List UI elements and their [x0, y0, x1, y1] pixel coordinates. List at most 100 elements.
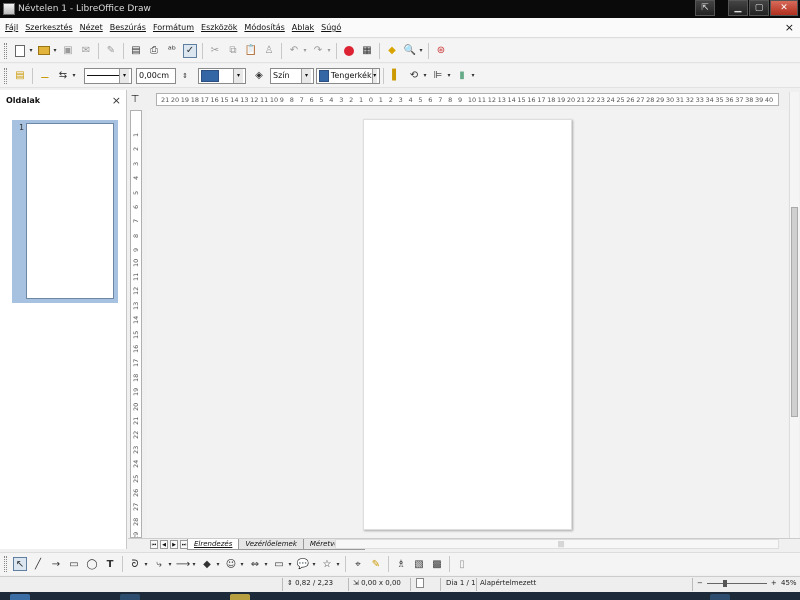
clone-format-icon[interactable]: ♙: [262, 44, 276, 58]
open-dropdown-icon[interactable]: ▾: [52, 44, 58, 58]
start-button-icon[interactable]: [10, 594, 30, 600]
lines-arrows-dropdown-icon[interactable]: ▾: [191, 557, 197, 571]
glue-points-icon[interactable]: ✎: [369, 557, 383, 571]
menu-file[interactable]: Fájl: [5, 23, 18, 32]
rotate-dropdown-icon[interactable]: ▾: [422, 69, 428, 83]
menu-view[interactable]: Nézet: [80, 23, 103, 32]
rectangle-icon[interactable]: ▭: [67, 557, 81, 571]
zoom-in-icon[interactable]: +: [771, 579, 777, 587]
redo-icon[interactable]: ↷: [311, 44, 325, 58]
text-icon[interactable]: T: [103, 557, 117, 571]
menu-help[interactable]: Súgó: [321, 23, 341, 32]
close-document-icon[interactable]: ×: [785, 21, 794, 34]
tab-controls[interactable]: Vezérlőelemek: [238, 539, 304, 550]
autospell-icon[interactable]: ✓: [183, 43, 197, 58]
taskbar-item-icon[interactable]: [120, 594, 140, 600]
ellipse-icon[interactable]: ◯: [85, 557, 99, 571]
toolbar-grip[interactable]: [4, 556, 7, 572]
table-icon[interactable]: ▦: [360, 44, 374, 58]
open-folder-icon[interactable]: [37, 44, 51, 58]
line-width-spinner-icon[interactable]: ⇕: [178, 69, 192, 83]
select-icon[interactable]: ↖: [13, 557, 27, 571]
navigator-icon[interactable]: ◆: [385, 44, 399, 58]
menu-tools[interactable]: Eszközök: [201, 23, 237, 32]
print-icon[interactable]: ⎙: [147, 44, 161, 58]
new-document-icon[interactable]: [13, 44, 27, 58]
zoom-dropdown-icon[interactable]: ▾: [418, 44, 424, 58]
copy-icon[interactable]: ⧉: [226, 44, 240, 58]
arrow-style-dropdown-icon[interactable]: ▾: [71, 69, 77, 83]
page-thumbnail[interactable]: [26, 123, 114, 299]
block-arrows-icon[interactable]: ⇔: [248, 557, 262, 571]
curve-icon[interactable]: ᘐ: [128, 557, 142, 571]
flowchart-icon[interactable]: ▭: [272, 557, 286, 571]
shadow-icon[interactable]: ▌: [389, 69, 403, 83]
extra-window-icon[interactable]: ⇱: [695, 0, 715, 16]
symbol-shapes-dropdown-icon[interactable]: ▾: [239, 557, 245, 571]
zoom-slider-track[interactable]: [706, 579, 767, 587]
line-style-select[interactable]: ▾: [84, 67, 132, 84]
symbol-shapes-icon[interactable]: ☺: [224, 557, 238, 571]
close-window-button[interactable]: ✕: [770, 0, 798, 16]
vertical-scrollbar-thumb[interactable]: [791, 207, 798, 417]
connector-icon[interactable]: ⤷: [152, 557, 166, 571]
menu-format[interactable]: Formátum: [153, 23, 194, 32]
ruler-tab-icon[interactable]: ⊤: [128, 92, 142, 106]
from-file-icon[interactable]: ▧: [412, 557, 426, 571]
basic-shapes-dropdown-icon[interactable]: ▾: [215, 557, 221, 571]
page-thumbnail-selected[interactable]: 1: [12, 120, 118, 303]
tab-first-icon[interactable]: ⏮: [150, 540, 158, 549]
email-icon[interactable]: ✉: [79, 44, 93, 58]
toolbar-grip[interactable]: [4, 67, 7, 84]
tab-layout[interactable]: Elrendezés: [187, 539, 240, 550]
line-icon[interactable]: ⚊: [38, 69, 52, 83]
spellcheck-icon[interactable]: ᵃᵇ: [165, 44, 179, 58]
edit-file-icon[interactable]: ✎: [104, 44, 118, 58]
lines-arrows-icon[interactable]: ⟶: [176, 557, 190, 571]
extrusion-icon[interactable]: ▯: [455, 557, 469, 571]
zoom-percentage[interactable]: 45%: [781, 579, 797, 587]
undo-icon[interactable]: ↶: [287, 44, 301, 58]
tab-next-icon[interactable]: ▶: [170, 540, 178, 549]
gallery-icon[interactable]: ▩: [430, 557, 444, 571]
callouts-icon[interactable]: 💬: [296, 557, 310, 571]
save-icon[interactable]: ▣: [61, 44, 75, 58]
zoom-slider-knob[interactable]: [722, 579, 727, 587]
basic-shapes-icon[interactable]: ◆: [200, 557, 214, 571]
points-icon[interactable]: ⌖: [351, 557, 365, 571]
styles-icon[interactable]: ▤: [13, 69, 27, 83]
callouts-dropdown-icon[interactable]: ▾: [311, 557, 317, 571]
block-arrows-dropdown-icon[interactable]: ▾: [263, 557, 269, 571]
line-tool-icon[interactable]: ╱: [31, 557, 45, 571]
connector-dropdown-icon[interactable]: ▾: [167, 557, 173, 571]
help-icon[interactable]: ⊛: [434, 44, 448, 58]
line-color-select[interactable]: ▾: [198, 67, 246, 84]
undo-dropdown-icon[interactable]: ▾: [302, 44, 308, 58]
horizontal-scrollbar[interactable]: |||: [335, 539, 779, 549]
close-pane-icon[interactable]: ×: [112, 94, 121, 107]
zoom-icon[interactable]: 🔍: [403, 44, 417, 58]
zoom-out-icon[interactable]: −: [697, 579, 703, 587]
rotate-icon[interactable]: ⟲: [407, 69, 421, 83]
stars-icon[interactable]: ☆: [320, 557, 334, 571]
curve-dropdown-icon[interactable]: ▾: [143, 557, 149, 571]
menu-insert[interactable]: Beszúrás: [110, 23, 146, 32]
align-icon[interactable]: ⊫: [431, 69, 445, 83]
stars-dropdown-icon[interactable]: ▾: [335, 557, 341, 571]
taskbar-item-icon[interactable]: [230, 594, 250, 600]
taskbar-item-icon[interactable]: [710, 594, 730, 600]
minimize-button[interactable]: ▁: [728, 0, 748, 16]
export-pdf-icon[interactable]: ▤: [129, 44, 143, 58]
drawing-canvas[interactable]: [147, 110, 788, 538]
line-width-field[interactable]: 0,00cm: [136, 67, 176, 84]
area-style-select[interactable]: Szín ▾: [270, 67, 314, 84]
tab-prev-icon[interactable]: ◀: [160, 540, 168, 549]
chart-icon[interactable]: [342, 44, 356, 58]
area-icon[interactable]: ◈: [252, 69, 266, 83]
flowchart-dropdown-icon[interactable]: ▾: [287, 557, 293, 571]
toolbar-grip[interactable]: [4, 42, 7, 59]
cut-icon[interactable]: ✂: [208, 44, 222, 58]
vertical-scrollbar[interactable]: [789, 92, 799, 538]
drawing-page[interactable]: [363, 119, 572, 530]
arrange-icon[interactable]: ▮: [455, 69, 469, 83]
